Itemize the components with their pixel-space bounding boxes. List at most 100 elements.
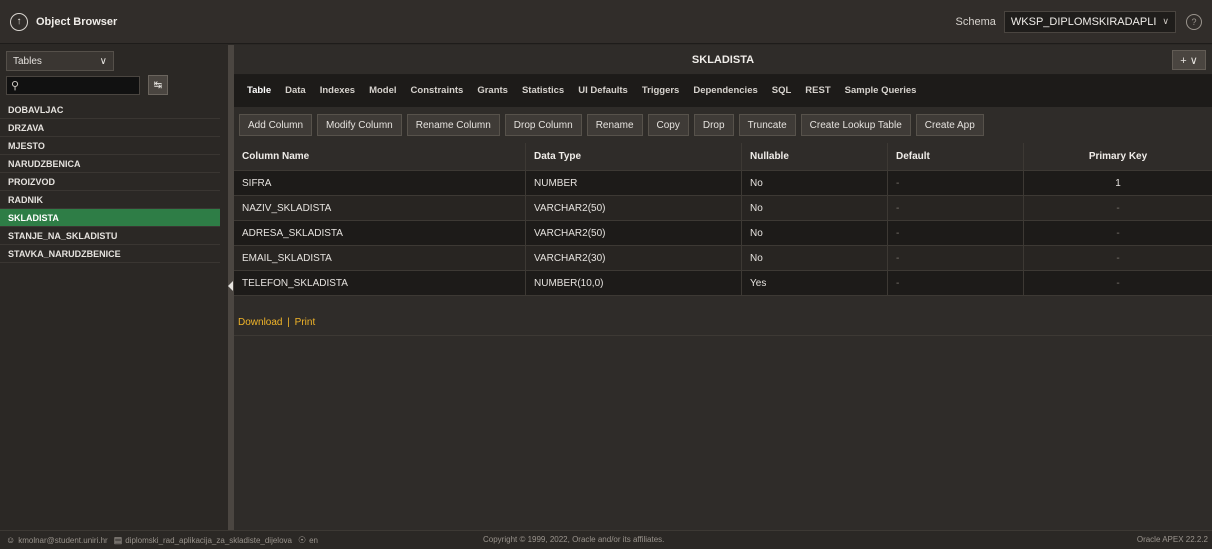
tab-ui-defaults[interactable]: UI Defaults: [571, 75, 635, 107]
data-type-cell: NUMBER: [526, 171, 742, 195]
list-item[interactable]: PROIZVOD: [0, 173, 220, 191]
list-item[interactable]: STANJE_NA_SKLADISTU: [0, 227, 220, 245]
tab-sql[interactable]: SQL: [765, 75, 799, 107]
column-header[interactable]: Primary Key: [1024, 143, 1212, 170]
column-name-cell: NAZIV_SKLADISTA: [234, 196, 526, 220]
default-cell: -: [888, 221, 1024, 245]
column-name-cell: EMAIL_SKLADISTA: [234, 246, 526, 270]
list-item[interactable]: DRZAVA: [0, 119, 220, 137]
tab-grants[interactable]: Grants: [470, 75, 515, 107]
nullable-cell: No: [742, 221, 888, 245]
column-header[interactable]: Default: [888, 143, 1024, 170]
primary-key-cell: -: [1116, 227, 1120, 239]
default-cell: -: [888, 271, 1024, 295]
primary-key-cell: -: [1116, 202, 1120, 214]
table-row[interactable]: TELEFON_SKLADISTA NUMBER(10,0) Yes - -: [234, 271, 1212, 296]
object-title: SKLADISTA: [691, 53, 755, 66]
object-type-select[interactable]: Tables ∨: [6, 51, 114, 71]
footer-user[interactable]: ☺ kmolnar@student.uniri.hr: [6, 535, 108, 545]
tab-data[interactable]: Data: [278, 75, 313, 107]
nullable-cell: No: [742, 196, 888, 220]
filter-button[interactable]: ↹: [148, 75, 168, 95]
column-header[interactable]: Column Name: [234, 143, 526, 170]
nullable-cell: No: [742, 246, 888, 270]
tab-rest[interactable]: REST: [798, 75, 837, 107]
tab-model[interactable]: Model: [362, 75, 403, 107]
nullable-cell: No: [742, 171, 888, 195]
object-browser-app: ↑ Object Browser Schema WKSP_DIPLOMSKIRA…: [0, 0, 1212, 549]
chevron-down-icon: ∨: [99, 55, 107, 67]
list-item-selected[interactable]: SKLADISTA: [0, 209, 220, 227]
rename-button[interactable]: Rename: [586, 114, 643, 136]
table-row[interactable]: SIFRA NUMBER No - 1: [234, 171, 1212, 196]
workspace-icon: ▤: [113, 534, 123, 545]
schema-value: WKSP_DIPLOMSKIRADAPLI: [1010, 15, 1157, 28]
globe-icon: ☉: [297, 534, 307, 545]
default-cell: -: [888, 246, 1024, 270]
report-links: Download | Print: [238, 317, 315, 328]
chevron-down-icon: ∨: [1162, 16, 1169, 26]
search-icon: ⚲: [11, 80, 20, 92]
table-header-row: Column Name Data Type Nullable Default P…: [234, 143, 1212, 171]
copy-button[interactable]: Copy: [647, 114, 689, 136]
footer-language[interactable]: ☉ en: [298, 535, 318, 546]
add-object-button[interactable]: + ∨: [1172, 50, 1206, 70]
object-search-input[interactable]: ⚲: [6, 76, 140, 95]
list-item[interactable]: RADNIK: [0, 191, 220, 209]
table-row[interactable]: ADRESA_SKLADISTA VARCHAR2(50) No - -: [234, 221, 1212, 246]
tab-constraints[interactable]: Constraints: [404, 75, 471, 107]
app-footer: ☺ kmolnar@student.uniri.hr ▤ diplomski_r…: [0, 530, 1212, 549]
divider: [234, 335, 1212, 336]
create-lookup-table-button[interactable]: Create Lookup Table: [800, 114, 911, 136]
schema-label: Schema: [955, 15, 996, 28]
drop-button[interactable]: Drop: [693, 114, 734, 136]
tab-statistics[interactable]: Statistics: [515, 75, 571, 107]
data-type-cell: NUMBER(10,0): [526, 271, 742, 295]
language-code: en: [309, 535, 318, 545]
list-item[interactable]: DOBAVLJAC: [0, 101, 220, 119]
app-title: Object Browser: [36, 15, 118, 28]
object-title-bar: SKLADISTA + ∨: [234, 45, 1212, 75]
link-separator: |: [287, 317, 290, 328]
tab-indexes[interactable]: Indexes: [313, 75, 362, 107]
list-item[interactable]: STAVKA_NARUDZBENICE: [0, 245, 220, 263]
tab-triggers[interactable]: Triggers: [635, 75, 687, 107]
user-icon: ☺: [6, 535, 16, 545]
footer-workspace[interactable]: ▤ diplomski_rad_aplikacija_za_skladiste_…: [114, 535, 292, 546]
modify-column-button[interactable]: Modify Column: [317, 114, 402, 136]
data-type-cell: VARCHAR2(50): [526, 221, 742, 245]
primary-key-cell: -: [1116, 277, 1120, 289]
collapse-arrow-icon[interactable]: [228, 281, 233, 291]
main-panel: SKLADISTA + ∨ Table Data Indexes Model C…: [234, 45, 1212, 530]
schema-select[interactable]: WKSP_DIPLOMSKIRADAPLI ∨: [1003, 10, 1176, 33]
workspace-name: diplomski_rad_aplikacija_za_skladiste_di…: [125, 535, 292, 545]
tab-sample-queries[interactable]: Sample Queries: [838, 75, 924, 107]
help-circle-icon[interactable]: ?: [1186, 13, 1202, 30]
list-item[interactable]: MJESTO: [0, 137, 220, 155]
table-row[interactable]: NAZIV_SKLADISTA VARCHAR2(50) No - -: [234, 196, 1212, 221]
drop-column-button[interactable]: Drop Column: [504, 114, 582, 136]
filter-icon: ↹: [153, 79, 163, 91]
copyright-text: Copyright © 1999, 2022, Oracle and/or it…: [483, 535, 665, 544]
column-header[interactable]: Data Type: [526, 143, 742, 170]
rename-column-button[interactable]: Rename Column: [406, 114, 500, 136]
download-link[interactable]: Download: [238, 317, 282, 328]
create-app-button[interactable]: Create App: [915, 114, 984, 136]
object-type-value: Tables: [13, 55, 42, 67]
truncate-button[interactable]: Truncate: [738, 114, 796, 136]
tab-table[interactable]: Table: [240, 75, 278, 107]
list-item[interactable]: NARUDZBENICA: [0, 155, 220, 173]
arrow-up-circle-icon[interactable]: ↑: [10, 12, 28, 31]
app-header: ↑ Object Browser Schema WKSP_DIPLOMSKIRA…: [0, 0, 1212, 44]
version-text: Oracle APEX 22.2.2: [1136, 535, 1208, 544]
primary-key-cell: 1: [1115, 177, 1121, 189]
column-name-cell: ADRESA_SKLADISTA: [234, 221, 526, 245]
add-column-button[interactable]: Add Column: [239, 114, 313, 136]
tab-dependencies[interactable]: Dependencies: [686, 75, 764, 107]
object-sidebar: Tables ∨ ⚲ ↹ DOBAVLJAC DRZAVA MJESTO NAR…: [0, 45, 228, 530]
column-header[interactable]: Nullable: [742, 143, 888, 170]
default-cell: -: [888, 171, 1024, 195]
table-row[interactable]: EMAIL_SKLADISTA VARCHAR2(30) No - -: [234, 246, 1212, 271]
data-type-cell: VARCHAR2(50): [526, 196, 742, 220]
print-link[interactable]: Print: [295, 317, 316, 328]
